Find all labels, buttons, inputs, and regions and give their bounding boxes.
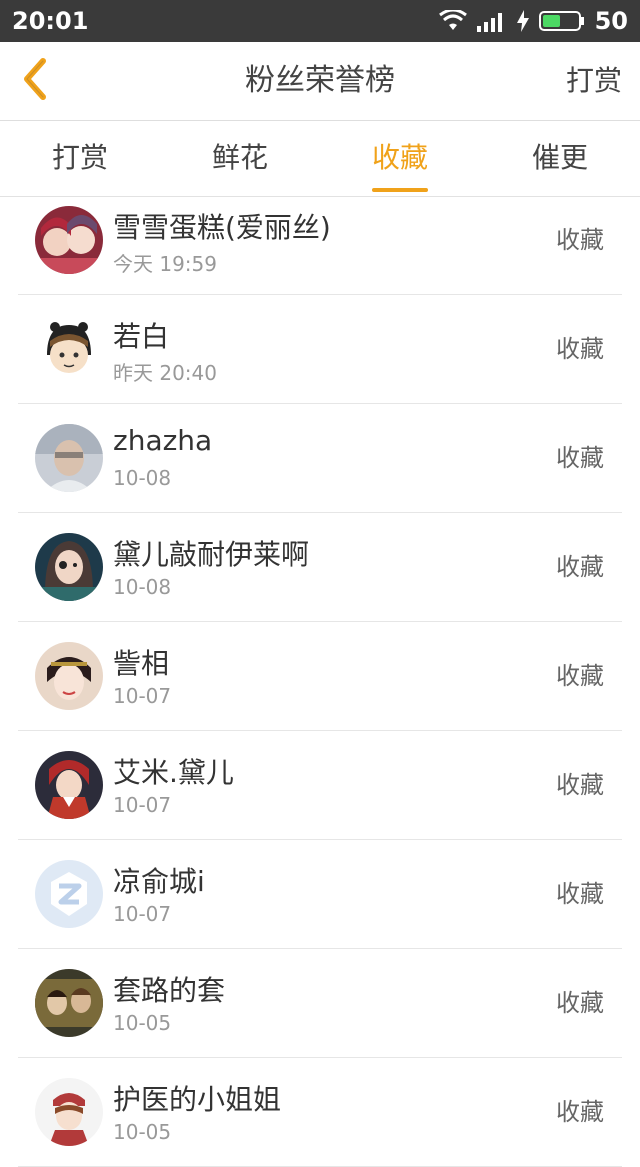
tab-reward[interactable]: 打赏 (0, 121, 160, 196)
action-label: 收藏 (556, 226, 604, 254)
action-label: 收藏 (556, 989, 604, 1017)
avatar (35, 424, 103, 492)
timestamp: 昨天 20:40 (113, 361, 217, 385)
page-title: 粉丝荣誉榜 (245, 63, 395, 98)
battery-level: 50 (594, 7, 628, 35)
avatar (35, 969, 103, 1037)
fan-list: 雪雪蛋糕(爱丽丝) 今天 19:59 收藏 若白 昨天 20:40 收藏 zha… (0, 186, 640, 1167)
user-name: 护医的小姐姐 (113, 1083, 282, 1116)
tab-label: 打赏 (51, 141, 108, 174)
action-label: 收藏 (556, 335, 604, 363)
timestamp: 今天 19:59 (113, 252, 217, 276)
list-item[interactable]: 雪雪蛋糕(爱丽丝) 今天 19:59 收藏 (18, 186, 622, 295)
user-name: zhazha (113, 424, 213, 457)
reward-button[interactable]: 打赏 (566, 42, 622, 120)
tab-favorites[interactable]: 收藏 (320, 121, 480, 196)
list-item[interactable]: 套路的套 10-05 收藏 (18, 949, 622, 1058)
list-item[interactable]: 黛儿敲耐伊莱啊 10-08 收藏 (18, 513, 622, 622)
list-item[interactable]: 若白 昨天 20:40 收藏 (18, 295, 622, 404)
user-name: 艾米.黛儿 (113, 756, 234, 789)
action-label: 收藏 (556, 771, 604, 799)
timestamp: 10-07 (113, 902, 172, 926)
user-name: 凉俞城i (113, 865, 205, 898)
list-item[interactable]: 訾相 10-07 收藏 (18, 622, 622, 731)
wifi-icon (438, 10, 467, 32)
action-label: 收藏 (556, 1098, 604, 1126)
avatar (35, 642, 103, 710)
avatar (35, 206, 103, 274)
avatar (35, 751, 103, 819)
timestamp: 10-08 (113, 466, 172, 490)
user-name: 雪雪蛋糕(爱丽丝) (113, 211, 331, 244)
status-bar: 20:01 50 (0, 0, 640, 42)
avatar (35, 1078, 103, 1146)
status-icons: 50 (438, 7, 628, 35)
timestamp: 10-05 (113, 1120, 172, 1144)
timestamp: 10-07 (113, 793, 172, 817)
tab-label: 催更 (531, 141, 588, 174)
timestamp: 10-05 (113, 1011, 172, 1035)
header: 粉丝荣誉榜 打赏 (0, 42, 640, 121)
action-label: 收藏 (556, 880, 604, 908)
user-name: 套路的套 (113, 974, 226, 1007)
action-label: 收藏 (556, 662, 604, 690)
avatar (35, 860, 103, 928)
user-name: 訾相 (113, 647, 170, 680)
avatar (35, 533, 103, 601)
charging-icon (516, 10, 529, 32)
user-name: 若白 (113, 320, 170, 353)
status-time: 20:01 (12, 7, 89, 35)
list-item[interactable]: 护医的小姐姐 10-05 收藏 (18, 1058, 622, 1167)
list-item[interactable]: 艾米.黛儿 10-07 收藏 (18, 731, 622, 840)
list-item[interactable]: zhazha 10-08 收藏 (18, 404, 622, 513)
list-item[interactable]: 凉俞城i 10-07 收藏 (18, 840, 622, 949)
tab-flowers[interactable]: 鲜花 (160, 121, 320, 196)
action-label: 收藏 (556, 444, 604, 472)
battery-icon (538, 10, 585, 32)
timestamp: 10-07 (113, 684, 172, 708)
tab-urge-update[interactable]: 催更 (480, 121, 640, 196)
user-name: 黛儿敲耐伊莱啊 (113, 538, 310, 571)
action-label: 收藏 (556, 553, 604, 581)
tab-label: 鲜花 (211, 141, 268, 174)
signal-icon (476, 10, 507, 32)
tab-label: 收藏 (371, 141, 428, 174)
avatar (35, 315, 103, 383)
timestamp: 10-08 (113, 575, 172, 599)
